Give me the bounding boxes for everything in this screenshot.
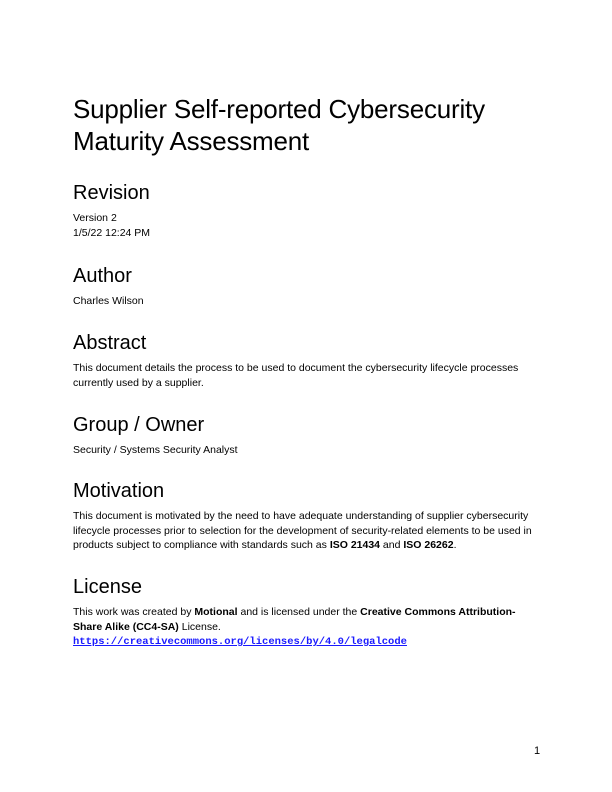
document-page: Supplier Self-reported Cybersecurity Mat…	[73, 93, 541, 648]
author-heading: Author	[73, 265, 132, 287]
license-text: This work was created by Motional and is…	[73, 605, 541, 650]
group-owner-text: Security / Systems Security Analyst	[73, 444, 238, 456]
revision-section: Revision Version 2 1/5/22 12:24 PM	[73, 181, 150, 240]
license-heading: License	[73, 576, 142, 598]
title-line-2: Maturity Assessment	[73, 126, 310, 156]
license-org: Motional	[194, 606, 238, 618]
page-number: 1	[534, 745, 541, 757]
motivation-text: This document is motivated by the need t…	[73, 509, 541, 553]
motivation-heading: Motivation	[73, 480, 165, 502]
motivation-and: and	[380, 539, 404, 551]
license-text-post: License.	[178, 620, 221, 633]
standard-iso-26262: ISO 26262	[403, 539, 454, 551]
group-owner-section: Group / Owner Security / Systems Securit…	[73, 413, 238, 458]
document-title: Supplier Self-reported Cybersecurity Mat…	[73, 93, 541, 157]
motivation-text-body: This document is motivated by the need t…	[73, 510, 532, 551]
motivation-period: .	[453, 539, 457, 551]
license-text-mid: and is licensed under the	[237, 606, 361, 618]
title-line-1: Supplier Self-reported Cybersecurity	[73, 94, 485, 124]
author-section: Author Charles Wilson	[73, 264, 144, 309]
abstract-section: Abstract This document details the proce…	[73, 331, 541, 390]
revision-date: 1/5/22 12:24 PM	[73, 226, 151, 239]
motivation-section: Motivation This document is motivated by…	[73, 479, 541, 553]
revision-version: Version 2	[73, 212, 117, 224]
license-text-pre: This work was created by	[73, 606, 195, 618]
license-section: License This work was created by Motiona…	[73, 575, 541, 650]
revision-heading: Revision	[73, 182, 150, 204]
abstract-heading: Abstract	[73, 332, 147, 354]
abstract-text: This document details the process to be …	[73, 362, 519, 389]
standard-iso-21434: ISO 21434	[329, 539, 381, 551]
author-name: Charles Wilson	[73, 295, 144, 307]
license-url-link[interactable]: https://creativecommons.org/licenses/by/…	[73, 636, 407, 648]
group-owner-heading: Group / Owner	[73, 414, 205, 436]
